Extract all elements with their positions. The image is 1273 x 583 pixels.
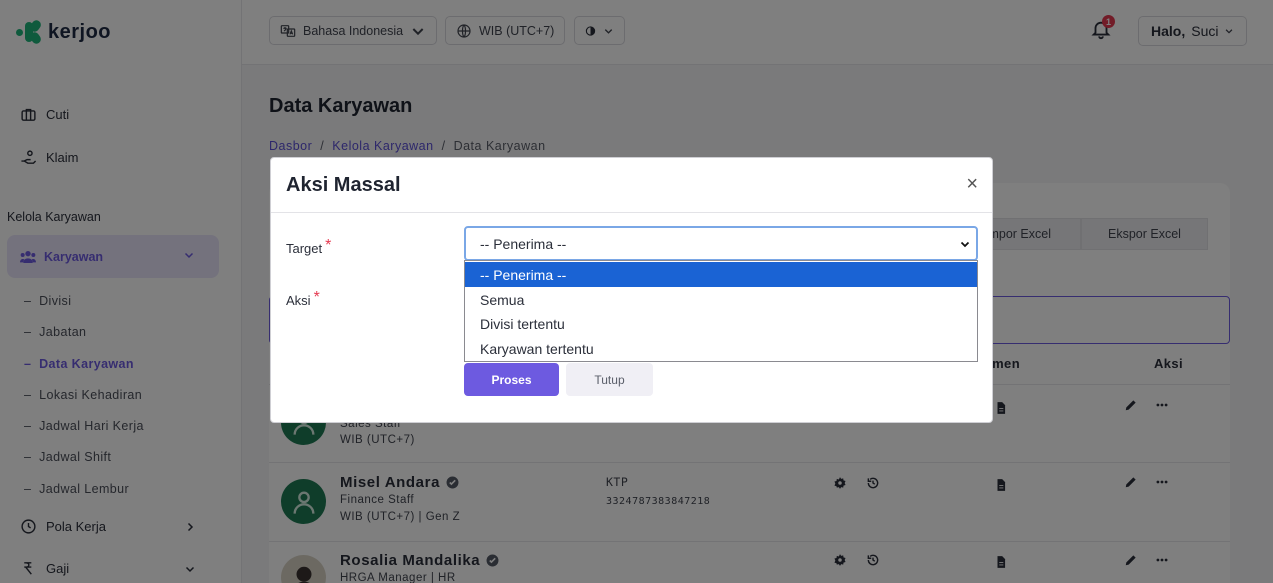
target-select[interactable]: -- Penerima -- <box>464 226 978 261</box>
close-button[interactable]: Tutup <box>566 363 653 396</box>
chevron-down-icon <box>960 241 970 248</box>
action-label: Aksi * <box>286 289 320 308</box>
target-select-value: -- Penerima -- <box>480 235 567 252</box>
target-dropdown-list: -- Penerima -- Semua Divisi tertentu Kar… <box>464 260 978 362</box>
modal-header: Aksi Massal × <box>271 158 992 213</box>
dropdown-option-penerima[interactable]: -- Penerima -- <box>465 262 977 287</box>
process-button[interactable]: Proses <box>464 363 559 396</box>
required-marker: * <box>325 237 332 254</box>
required-marker: * <box>313 289 320 306</box>
close-icon[interactable]: × <box>966 174 978 194</box>
dropdown-option-divisi-tertentu[interactable]: Divisi tertentu <box>465 311 977 336</box>
dropdown-option-semua[interactable]: Semua <box>465 287 977 312</box>
target-label: Target * <box>286 237 332 256</box>
modal-title: Aksi Massal <box>286 174 401 196</box>
dropdown-option-karyawan-tertentu[interactable]: Karyawan tertentu <box>465 336 977 361</box>
